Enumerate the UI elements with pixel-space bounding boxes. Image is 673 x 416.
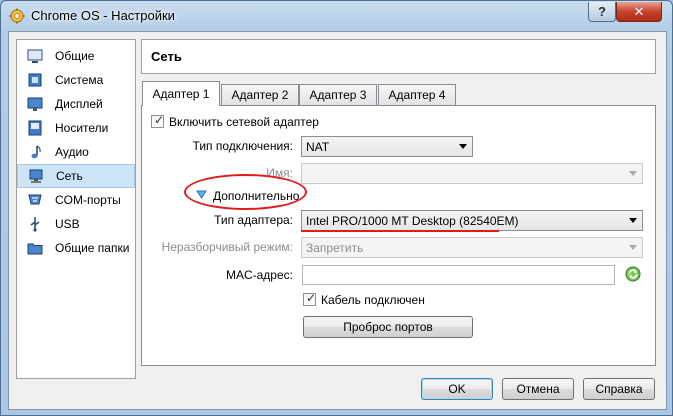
tab-adapter-3[interactable]: Адаптер 3 <box>299 84 377 105</box>
sidebar-item-storage[interactable]: Носители <box>17 116 135 140</box>
attached-to-label: Тип подключения: <box>192 139 293 153</box>
sidebar-item-label: Аудио <box>55 145 89 159</box>
page-title: Сеть <box>151 49 182 64</box>
promiscuous-mode-select[interactable]: Запретить <box>301 237 643 258</box>
sidebar-item-network[interactable]: Сеть <box>17 164 135 188</box>
general-icon <box>27 49 43 63</box>
help-title-button[interactable]: ? <box>588 2 616 22</box>
tab-adapter-1[interactable]: Адаптер 1 <box>142 81 220 106</box>
virtualbox-gear-icon <box>9 8 25 24</box>
cable-connected-label: Кабель подключен <box>321 293 425 307</box>
tab-adapter-4[interactable]: Адаптер 4 <box>378 84 456 105</box>
adapter-type-value: Intel PRO/1000 MT Desktop (82540EM) <box>306 213 519 228</box>
ok-button[interactable]: OK <box>421 378 493 400</box>
adapter-type-select[interactable]: Intel PRO/1000 MT Desktop (82540EM) <box>301 210 643 231</box>
title-bar[interactable]: Chrome OS - Настройки ? ✕ <box>1 1 672 31</box>
dialog-body: Общие Система Дисплей Носители Аудио Сет… <box>8 31 667 410</box>
refresh-mac-icon[interactable] <box>625 266 641 282</box>
chevron-down-icon <box>629 245 637 250</box>
port-forwarding-button[interactable]: Проброс портов <box>303 316 473 338</box>
annotation-ellipse <box>184 174 307 210</box>
serial-ports-icon <box>28 194 42 205</box>
sidebar-item-label: Общие папки <box>55 241 130 255</box>
sidebar-item-label: Носители <box>55 121 109 135</box>
sidebar-item-system[interactable]: Система <box>17 68 135 92</box>
attached-to-value: NAT <box>306 139 330 154</box>
close-button[interactable]: ✕ <box>616 2 662 22</box>
help-button[interactable]: Справка <box>583 378 655 400</box>
usb-icon <box>30 217 40 232</box>
promiscuous-mode-label: Неразборчивый режим: <box>161 240 293 254</box>
cable-connected-checkbox[interactable]: ✓ <box>303 291 316 306</box>
sidebar-item-audio[interactable]: Аудио <box>17 140 135 164</box>
sidebar-item-display[interactable]: Дисплей <box>17 92 135 116</box>
mac-address-input[interactable] <box>302 265 615 285</box>
sidebar-item-shared-folders[interactable]: Общие папки <box>17 236 135 260</box>
sidebar-item-label: Сеть <box>56 169 83 183</box>
sidebar-item-serial-ports[interactable]: COM-порты <box>17 188 135 212</box>
chevron-down-icon <box>459 144 467 149</box>
cancel-button[interactable]: Отмена <box>502 378 574 400</box>
page-header: Сеть <box>141 39 656 74</box>
sidebar-item-label: COM-порты <box>55 193 121 207</box>
tab-adapter-2[interactable]: Адаптер 2 <box>221 84 299 105</box>
sidebar-item-label: Система <box>55 73 104 87</box>
settings-sidebar: Общие Система Дисплей Носители Аудио Сет… <box>16 39 136 379</box>
window-title: Chrome OS - Настройки <box>31 8 175 23</box>
chevron-down-icon <box>629 218 637 223</box>
settings-window: Chrome OS - Настройки ? ✕ Общие Система … <box>0 0 673 416</box>
enable-adapter-checkbox[interactable]: ✓ <box>151 113 164 128</box>
enable-adapter-label: Включить сетевой адаптер <box>169 115 319 129</box>
network-icon <box>29 169 43 183</box>
display-icon <box>27 97 43 111</box>
mac-address-label: MAC-адрес: <box>225 268 293 282</box>
audio-icon <box>31 145 41 159</box>
name-select[interactable] <box>301 163 643 184</box>
storage-icon <box>28 120 42 136</box>
promiscuous-mode-value: Запретить <box>306 240 364 255</box>
annotation-underline <box>301 230 499 232</box>
sidebar-item-label: Дисплей <box>55 97 103 111</box>
shared-folders-icon <box>27 243 43 255</box>
sidebar-item-usb[interactable]: USB <box>17 212 135 236</box>
attached-to-select[interactable]: NAT <box>301 136 473 157</box>
sidebar-item-general[interactable]: Общие <box>17 44 135 68</box>
adapter-type-label: Тип адаптера: <box>214 213 293 227</box>
system-icon <box>28 73 42 87</box>
sidebar-item-label: Общие <box>55 49 95 63</box>
sidebar-item-label: USB <box>55 217 80 231</box>
chevron-down-icon <box>629 171 637 176</box>
